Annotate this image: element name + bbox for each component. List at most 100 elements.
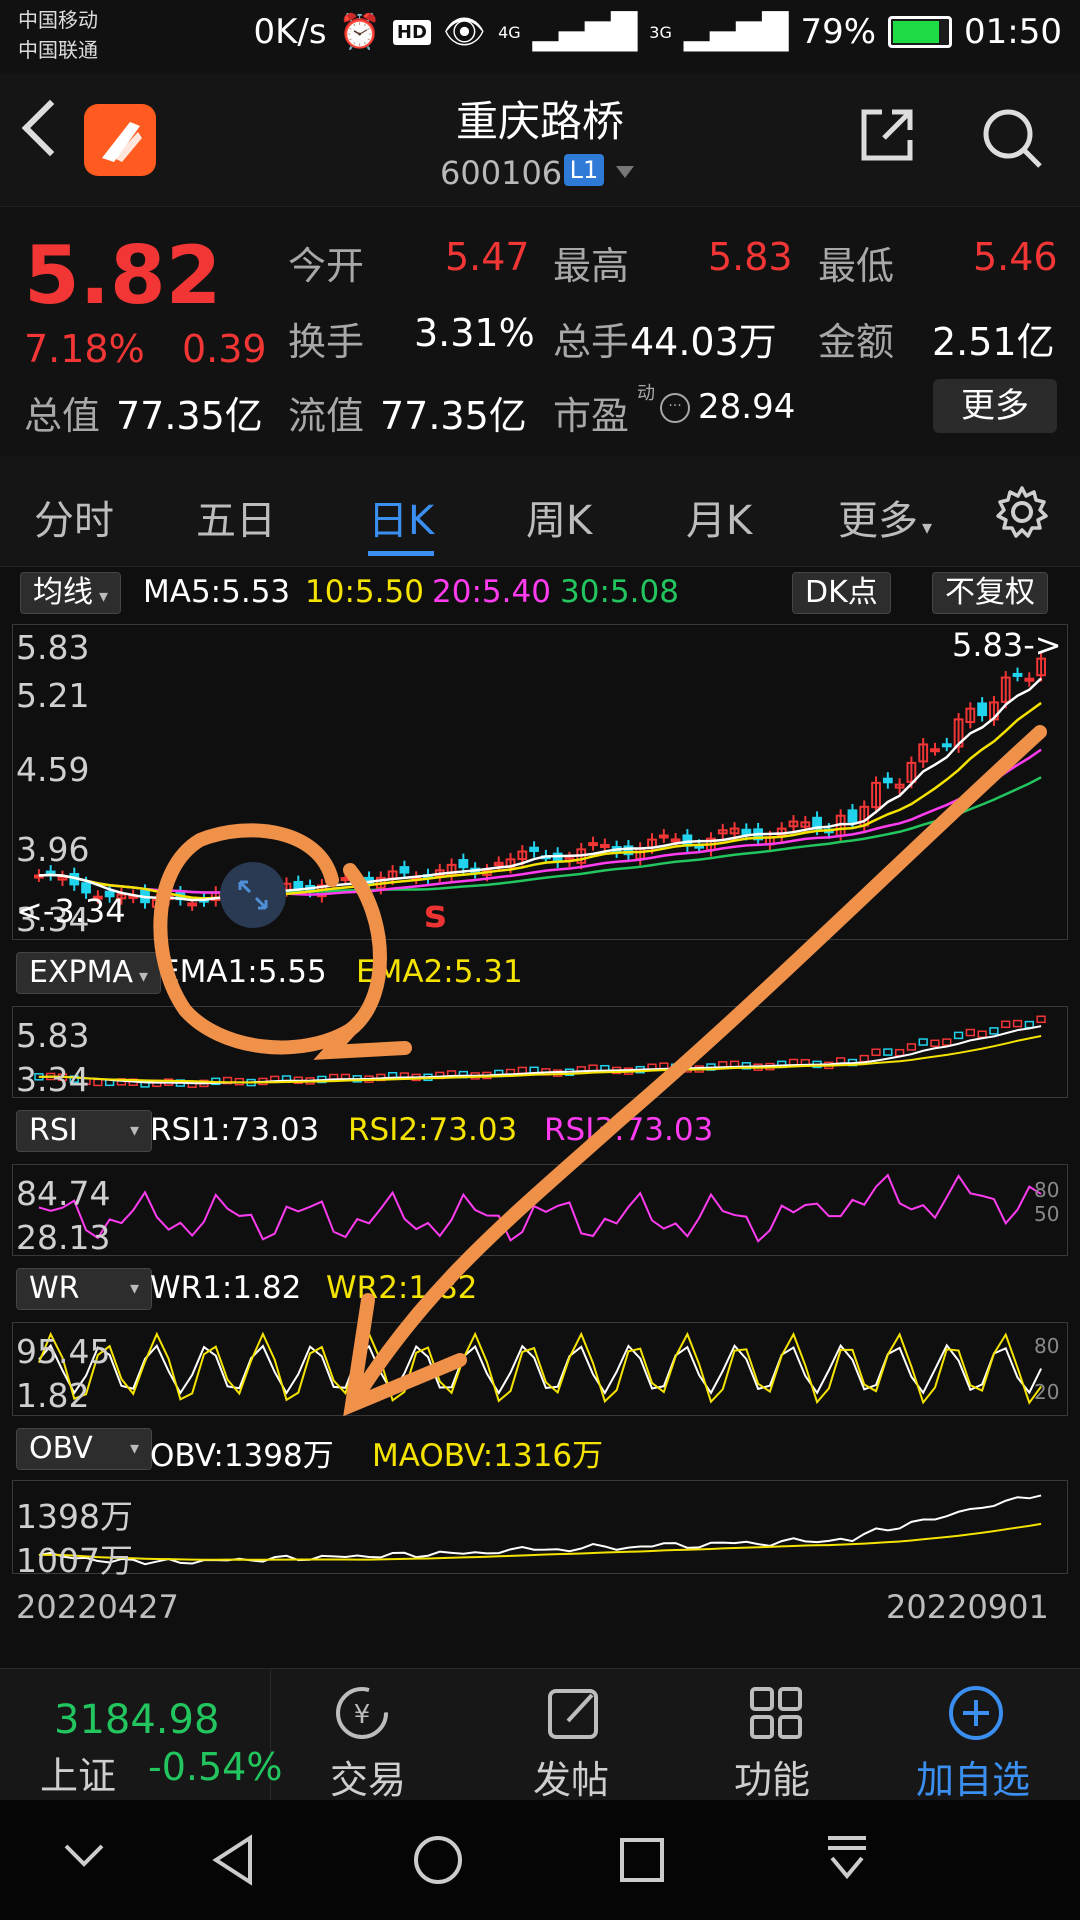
function-label[interactable]: 功能 (734, 1749, 810, 1804)
wr-y-label-2: 1.82 (16, 1376, 90, 1415)
info-icon[interactable]: ··· (660, 393, 690, 423)
low-marker: <-3.34 (16, 892, 126, 930)
period-tabs: 分时 五日 日K 周K 月K 更多 ▾ (0, 456, 1080, 567)
wr-svg (37, 1331, 1043, 1405)
indicator-selector-expma[interactable]: EXPMA ▾ (16, 952, 162, 994)
kline-chart[interactable] (12, 624, 1068, 940)
expma-candle (930, 1039, 940, 1048)
float-cap-label: 流值 (288, 394, 365, 438)
change-percent: 7.18% (24, 327, 145, 371)
carrier-1: 中国移动 (18, 8, 98, 32)
more-button[interactable]: 更多 (933, 379, 1057, 433)
tab-more[interactable]: 更多 ▾ (838, 488, 932, 546)
status-bar: 中国移动 中国联通 0K/s ⏰ HD 👁 4G ▂▄▆█ 3G ▂▄▆█ 79… (0, 0, 1080, 74)
expand-icon[interactable] (220, 862, 286, 928)
expma-chart[interactable] (12, 1006, 1068, 1098)
maobv-value: MAOBV:1316万 (372, 1438, 604, 1474)
volume-value: 44.03万 (630, 320, 777, 364)
indicator-selector-ma[interactable]: 均线 ▾ (20, 572, 122, 614)
status-right: 0K/s ⏰ HD 👁 4G ▂▄▆█ 3G ▂▄▆█ 79% 01:50 (253, 12, 1062, 52)
candle-body (1024, 677, 1035, 682)
candle-body (847, 809, 858, 823)
rsi2-value: RSI2:73.03 (348, 1112, 518, 1148)
candle-body (658, 834, 669, 839)
nav-menu-icon[interactable] (822, 1832, 872, 1890)
search-icon[interactable] (978, 104, 1048, 178)
high-value: 5.83 (708, 235, 793, 279)
rsi-chart[interactable] (12, 1164, 1068, 1256)
post-label[interactable]: 发帖 (533, 1749, 609, 1804)
header: 重庆路桥 600106 L1 (0, 74, 1080, 206)
expma-candle (906, 1043, 917, 1051)
turnover-label: 换手 (288, 320, 365, 364)
wr-right-label-1: 80 (1034, 1334, 1060, 1358)
candle-body (293, 880, 304, 890)
candle-body (670, 838, 681, 843)
ema1-value: EMA1:5.55 (160, 954, 327, 990)
share-icon[interactable] (856, 104, 918, 170)
dk-point-button[interactable]: DK点 (792, 572, 891, 614)
tab-five-day[interactable]: 五日 (196, 488, 276, 546)
eye-icon: 👁 (442, 12, 487, 52)
expma-candle (1036, 1015, 1046, 1024)
tab-weekly[interactable]: 周K (526, 488, 592, 546)
y-label-3: 4.59 (16, 750, 90, 789)
nav-down-icon[interactable] (62, 1840, 106, 1874)
candle-body (599, 843, 610, 848)
nav-home-icon[interactable] (412, 1834, 464, 1890)
nav-back-icon[interactable] (210, 1834, 258, 1890)
rsi-right-label-2: 50 (1034, 1202, 1060, 1226)
wr1-value: WR1:1.82 (150, 1270, 302, 1306)
post-icon[interactable] (544, 1683, 604, 1747)
tab-intraday[interactable]: 分时 (34, 488, 114, 546)
low-label: 最低 (818, 244, 895, 288)
indicator-selector-rsi[interactable]: RSI ▾ (16, 1110, 152, 1152)
rsi3-value: RSI3:73.03 (544, 1112, 714, 1148)
ma5-value: MA5:5.53 (143, 574, 291, 610)
signal-3g: 3G (649, 22, 672, 42)
obv-value: OBV:1398万 (150, 1438, 334, 1474)
trade-label[interactable]: 交易 (330, 1749, 406, 1804)
indicator-selector-wr[interactable]: WR ▾ (16, 1268, 152, 1310)
current-price: 5.82 (24, 229, 222, 322)
hd-icon: HD (392, 19, 431, 45)
indicator-selector-obv[interactable]: OBV ▾ (16, 1428, 152, 1470)
ema2-value: EMA2:5.31 (356, 954, 523, 990)
signal-4g: 4G (498, 22, 521, 42)
chevron-down-icon[interactable] (616, 166, 634, 178)
expma-candle (883, 1048, 893, 1056)
trade-icon[interactable]: ¥ (330, 1683, 394, 1747)
settings-icon[interactable] (994, 484, 1050, 544)
wr-chart[interactable] (12, 1322, 1068, 1416)
y-label-4: 3.96 (16, 830, 90, 869)
candle-body (741, 828, 752, 836)
index-change: -0.54% (148, 1745, 283, 1789)
index-name: 上证 (40, 1754, 117, 1798)
date-start: 20220427 (16, 1588, 179, 1626)
adjust-button[interactable]: 不复权 (932, 572, 1048, 614)
tab-daily[interactable]: 日K (368, 488, 434, 546)
index-widget[interactable]: 3184.98 上证 -0.54% (0, 1669, 282, 1801)
candle-body (882, 777, 893, 784)
wr2-value: WR2:1.82 (326, 1270, 478, 1306)
tab-monthly[interactable]: 月K (686, 488, 752, 546)
stock-name: 重庆路桥 (455, 97, 624, 146)
expma-candle (894, 1048, 905, 1057)
candle-body (1012, 672, 1023, 677)
candle-body (930, 748, 940, 753)
nav-recent-icon[interactable] (618, 1836, 666, 1888)
float-cap-value: 77.35亿 (380, 394, 527, 438)
ma10-value: 10:5.50 (305, 574, 424, 610)
candle-body (588, 842, 598, 847)
expma-candle (859, 1054, 869, 1063)
obv-chart[interactable] (12, 1480, 1068, 1574)
expma-candle (918, 1038, 928, 1046)
add-watch-label[interactable]: 加自选 (916, 1749, 1030, 1804)
turnover-value: 3.31% (414, 311, 535, 355)
rsi-y-label-2: 28.13 (16, 1218, 111, 1257)
function-icon[interactable] (746, 1683, 806, 1747)
wr2-line (37, 1331, 1042, 1405)
expma-candle (517, 1066, 527, 1075)
add-icon[interactable] (946, 1683, 1006, 1747)
level-badge[interactable]: L1 (564, 154, 604, 186)
